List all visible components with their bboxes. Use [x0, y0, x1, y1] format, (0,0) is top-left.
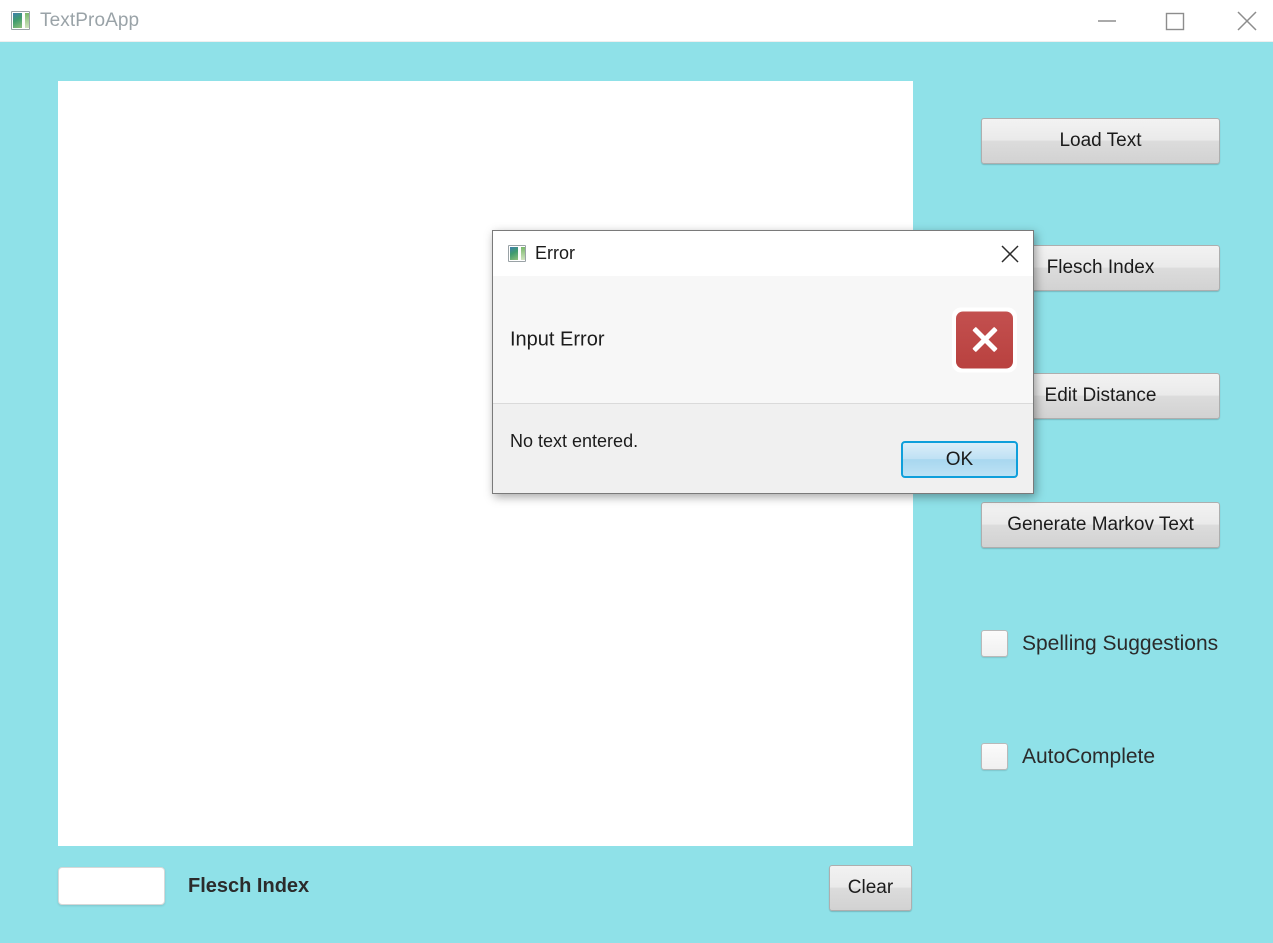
dialog-message: No text entered. — [510, 431, 639, 451]
error-dialog: Error Input Error No text entered. OK — [492, 230, 1034, 494]
clear-label: Clear — [847, 877, 894, 898]
dialog-close-button[interactable] — [987, 231, 1033, 276]
minimize-icon — [1098, 20, 1116, 22]
flesch-index-status-label: Flesch Index — [188, 875, 310, 897]
minimize-button[interactable] — [1084, 0, 1130, 42]
load-text-button[interactable]: Load Text — [981, 118, 1220, 164]
close-icon — [1237, 11, 1257, 31]
ok-label: OK — [945, 448, 974, 470]
flesch-index-value-field[interactable] — [58, 867, 165, 905]
generate-markov-label: Generate Markov Text — [1007, 514, 1194, 535]
dialog-heading: Input Error — [510, 328, 605, 350]
spelling-suggestions-checkbox[interactable]: Spelling Suggestions — [981, 630, 1218, 657]
dialog-body-section: No text entered. OK — [493, 405, 1033, 493]
checkbox-box[interactable] — [981, 630, 1008, 657]
load-text-label: Load Text — [1059, 130, 1142, 151]
dialog-title: Error — [535, 243, 575, 263]
clear-button[interactable]: Clear — [829, 865, 912, 911]
app-window-icon — [11, 11, 30, 30]
maximize-button[interactable] — [1152, 0, 1198, 42]
autocomplete-checkbox[interactable]: AutoComplete — [981, 743, 1155, 770]
autocomplete-label: AutoComplete — [1022, 744, 1156, 768]
generate-markov-text-button[interactable]: Generate Markov Text — [981, 502, 1220, 548]
maximize-icon — [1165, 12, 1185, 31]
flesch-index-label: Flesch Index — [1046, 257, 1155, 278]
window-titlebar: TextProApp — [0, 0, 1273, 42]
spelling-suggestions-label: Spelling Suggestions — [1022, 631, 1219, 655]
window-title: TextProApp — [40, 10, 140, 31]
edit-distance-label: Edit Distance — [1044, 385, 1157, 406]
dialog-ok-button[interactable]: OK — [901, 441, 1018, 478]
dialog-titlebar: Error — [493, 231, 1033, 276]
close-icon — [1001, 244, 1019, 263]
dialog-header-section: Input Error — [493, 276, 1033, 404]
close-button[interactable] — [1224, 0, 1270, 42]
error-x-icon — [952, 307, 1017, 372]
dialog-app-icon — [508, 245, 526, 262]
checkbox-box[interactable] — [981, 743, 1008, 770]
